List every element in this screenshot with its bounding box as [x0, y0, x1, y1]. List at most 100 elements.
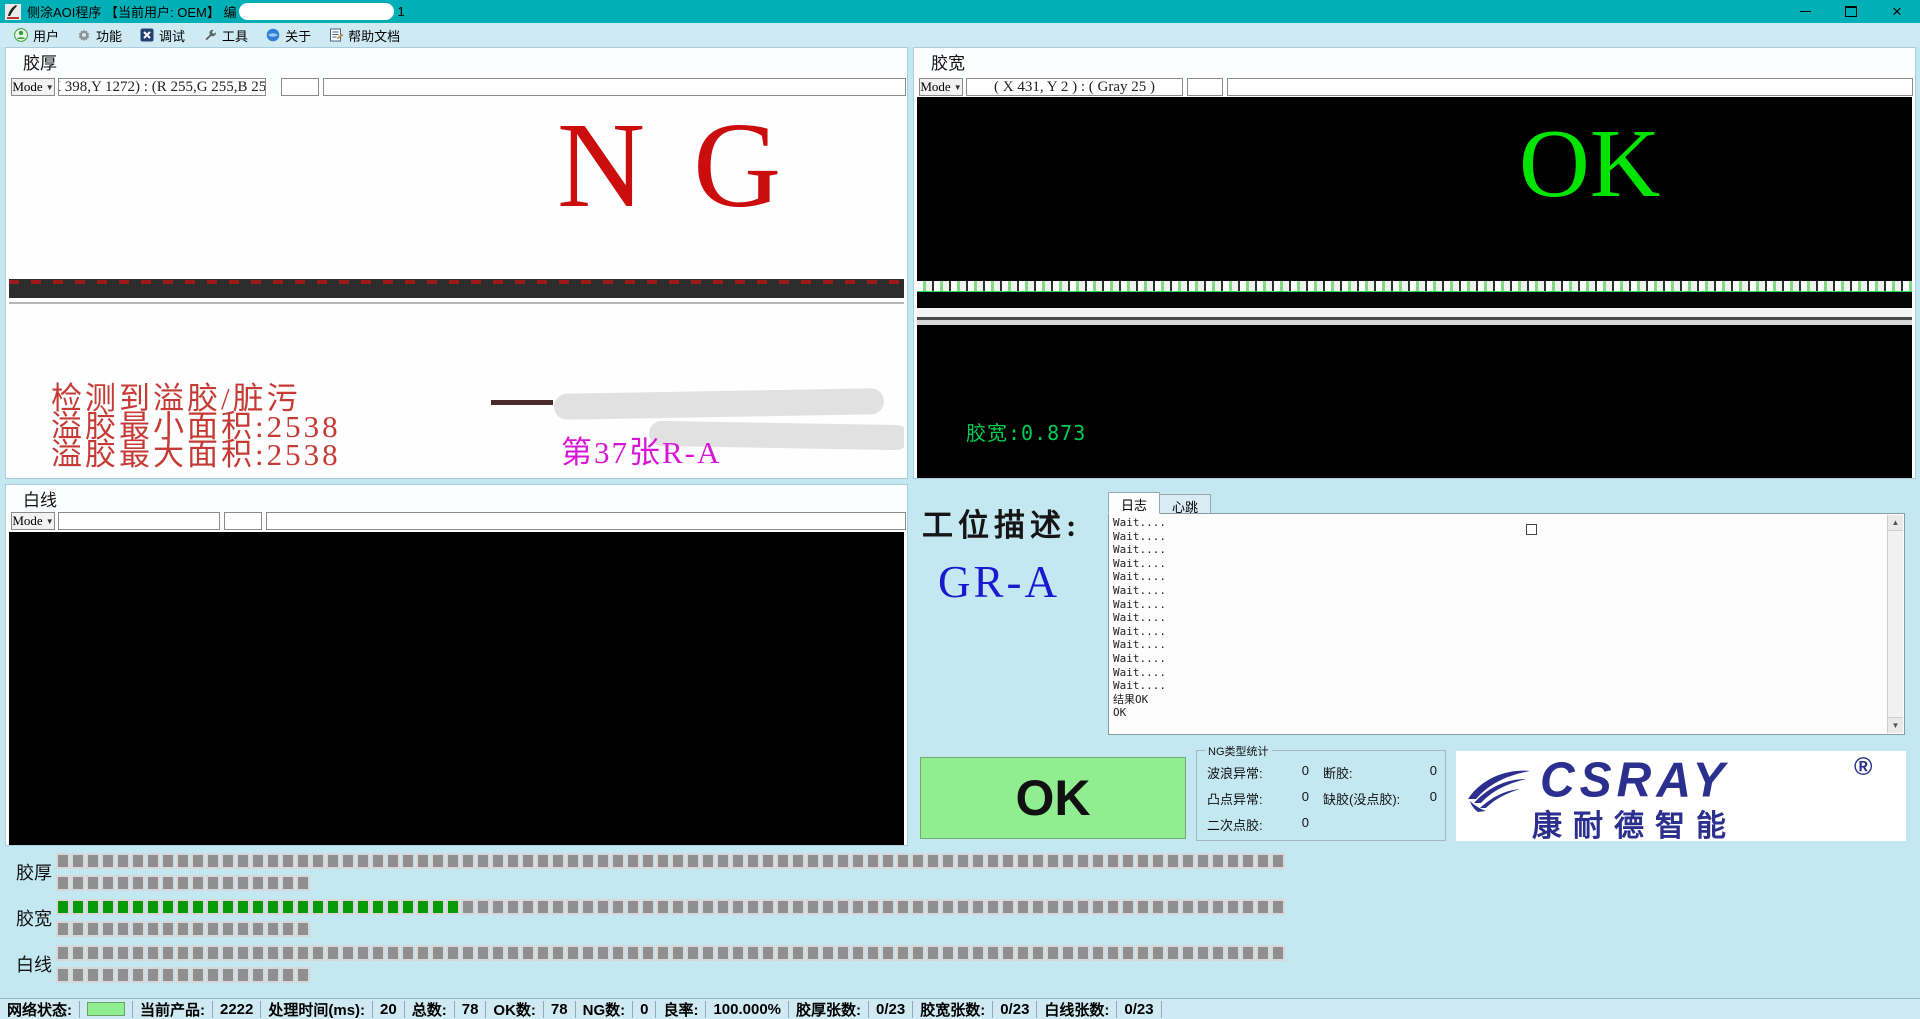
- maximize-button[interactable]: [1828, 0, 1874, 23]
- frame-square-empty: [296, 945, 310, 961]
- menu-item-关于[interactable]: 关于: [260, 24, 323, 47]
- frame-square-empty: [656, 899, 670, 915]
- frame-square-ok: [86, 899, 100, 915]
- glue-width-image[interactable]: OK 胶宽:0.873: [917, 97, 1912, 478]
- close-button[interactable]: ×: [1874, 0, 1920, 23]
- small-field: [1187, 78, 1223, 96]
- mode-dropdown[interactable]: Mode▼: [11, 78, 55, 96]
- frame-square-ok: [341, 899, 355, 915]
- frame-square-empty: [551, 853, 565, 869]
- frame-square-empty: [1076, 945, 1090, 961]
- frame-square-empty: [56, 921, 70, 937]
- frame-square-empty: [881, 899, 895, 915]
- frame-square-empty: [1196, 945, 1210, 961]
- frame-square-empty: [1226, 899, 1240, 915]
- ng-stat-label: 凸点异常:: [1207, 789, 1263, 808]
- frame-square-empty: [506, 853, 520, 869]
- frame-square-empty: [956, 899, 970, 915]
- menu-item-工具[interactable]: 工具: [197, 24, 260, 47]
- frame-square-empty: [971, 899, 985, 915]
- network-status-indicator: [80, 1001, 133, 1018]
- frame-square-empty: [251, 967, 265, 983]
- frame-square-empty: [791, 945, 805, 961]
- scroll-down-icon[interactable]: ▼: [1888, 717, 1903, 733]
- frame-square-empty: [56, 967, 70, 983]
- frame-square-ok: [401, 899, 415, 915]
- status-bar: 网络状态:当前产品:2222处理时间(ms):20总数:78OK数:78NG数:…: [0, 998, 1920, 1019]
- frame-square-ok: [191, 899, 205, 915]
- scroll-up-icon[interactable]: ▲: [1888, 515, 1903, 531]
- frame-square-empty: [146, 875, 160, 891]
- frame-square-empty: [536, 945, 550, 961]
- frame-square-ok: [326, 899, 340, 915]
- menu-item-调试[interactable]: 调试: [134, 24, 197, 47]
- frame-square-empty: [1271, 853, 1285, 869]
- frame-square-empty: [176, 967, 190, 983]
- log-listbox[interactable]: Wait....Wait....Wait....Wait....Wait....…: [1108, 513, 1905, 735]
- frame-square-empty: [431, 853, 445, 869]
- frame-square-empty: [1001, 945, 1015, 961]
- frame-square-ok: [431, 899, 445, 915]
- mode-dropdown[interactable]: Mode▼: [919, 78, 963, 96]
- glue-thickness-image[interactable]: NG 检测到溢胶/脏污 溢胶最小面积:2538 溢胶最大面积:2538 第37张…: [9, 97, 904, 478]
- station-description-label: 工位描述:: [922, 500, 1081, 545]
- frame-square-empty: [491, 945, 505, 961]
- menu-item-label: 调试: [159, 26, 185, 45]
- frame-square-empty: [236, 853, 250, 869]
- frame-square-ok: [311, 899, 325, 915]
- frame-square-empty: [716, 945, 730, 961]
- log-scrollbar[interactable]: ▲ ▼: [1887, 515, 1903, 733]
- frame-square-empty: [131, 875, 145, 891]
- ng-stat-label: 缺胶(没点胶):: [1323, 789, 1400, 808]
- frame-square-empty: [1091, 853, 1105, 869]
- menu-item-功能[interactable]: 功能: [71, 24, 134, 47]
- frame-square-empty: [446, 853, 460, 869]
- frame-square-empty: [491, 853, 505, 869]
- frame-square-empty: [326, 853, 340, 869]
- status-value: 0: [633, 1001, 656, 1018]
- frame-square-empty: [1151, 945, 1165, 961]
- frame-square-ok: [56, 899, 70, 915]
- frame-square-empty: [266, 921, 280, 937]
- frame-square-empty: [896, 899, 910, 915]
- frame-square-empty: [506, 945, 520, 961]
- frame-square-empty: [701, 899, 715, 915]
- tab-log[interactable]: 日志: [1108, 492, 1160, 514]
- frame-square-empty: [1106, 853, 1120, 869]
- frame-square-empty: [731, 899, 745, 915]
- log-checkbox[interactable]: [1526, 524, 1537, 535]
- status-label: 处理时间(ms):: [261, 1001, 373, 1018]
- frame-square-empty: [836, 853, 850, 869]
- frame-square-empty: [281, 921, 295, 937]
- frame-square-ok: [101, 899, 115, 915]
- frame-square-empty: [1016, 899, 1030, 915]
- frame-square-ok: [71, 899, 85, 915]
- status-label: 白线张数:: [1037, 1001, 1117, 1018]
- mode-dropdown[interactable]: Mode▼: [11, 512, 55, 530]
- frame-square-empty: [71, 853, 85, 869]
- debug-icon: [140, 28, 154, 42]
- minimize-button[interactable]: [1782, 0, 1828, 23]
- frame-square-ok: [446, 899, 460, 915]
- log-line: Wait....: [1113, 666, 1886, 680]
- frame-square-empty: [1106, 945, 1120, 961]
- frame-square-empty: [821, 945, 835, 961]
- indicator-row: [56, 967, 1286, 983]
- menu-item-帮助文档[interactable]: 帮助文档: [323, 24, 412, 47]
- frame-square-empty: [746, 899, 760, 915]
- tab-heartbeat[interactable]: 心跳: [1160, 494, 1211, 514]
- menu-item-用户[interactable]: 用户: [8, 24, 71, 47]
- small-field: [224, 512, 262, 530]
- frame-square-ok: [131, 899, 145, 915]
- frame-square-empty: [776, 899, 790, 915]
- indicator-row: [56, 945, 1286, 961]
- frame-square-empty: [86, 853, 100, 869]
- panel-glue-thickness: 胶厚 Mode▼ (X 398,Y 1272) : (R 255,G 255,B…: [5, 47, 908, 479]
- frame-square-empty: [101, 875, 115, 891]
- ng-type-statistics-group: NG类型统计 波浪异常:0凸点异常:0二次点胶:0 断胶:0缺胶(没点胶):0: [1196, 750, 1446, 841]
- frame-square-empty: [1241, 853, 1255, 869]
- frame-square-empty: [746, 853, 760, 869]
- frame-square-empty: [1226, 945, 1240, 961]
- white-line-image[interactable]: [9, 532, 904, 845]
- frame-square-ok: [356, 899, 370, 915]
